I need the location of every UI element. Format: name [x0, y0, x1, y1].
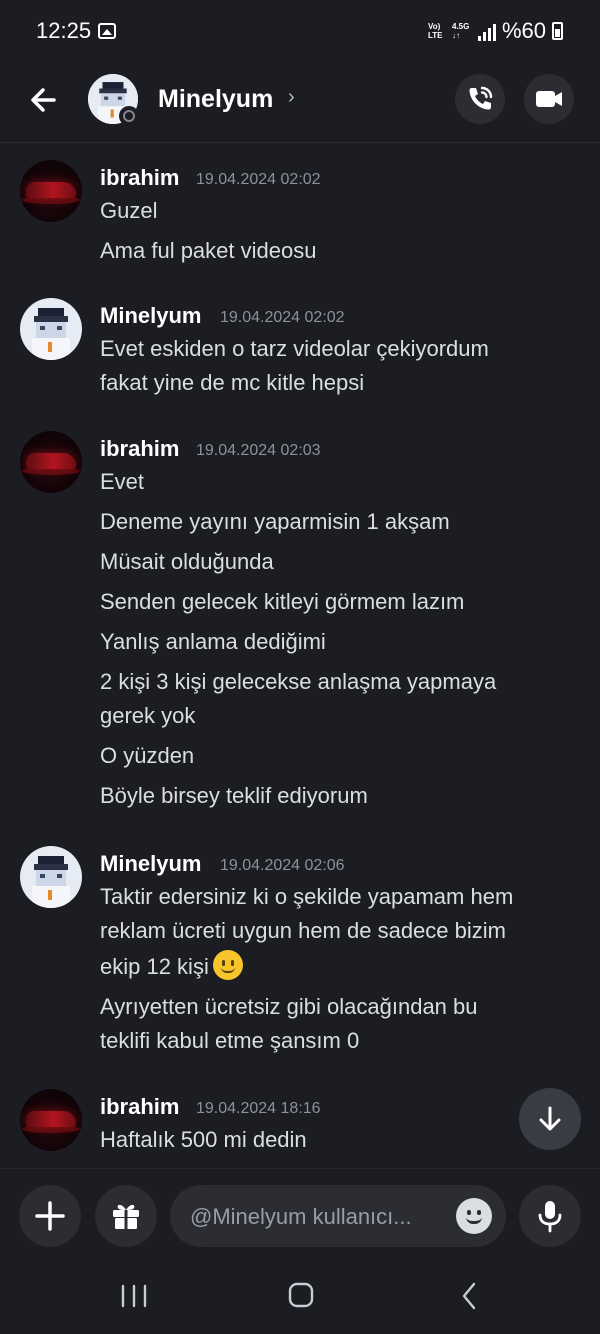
status-offline-icon: [119, 106, 139, 126]
message-author[interactable]: Minelyum: [100, 851, 201, 877]
jump-to-latest-button[interactable]: [519, 1088, 581, 1150]
channel-title[interactable]: Minelyum: [158, 85, 273, 114]
video-camera-icon: [536, 91, 562, 107]
message-text[interactable]: Deneme yayını yaparmisin 1 akşam: [100, 505, 450, 539]
message-input-container: [170, 1185, 506, 1249]
voice-message-button[interactable]: [519, 1185, 581, 1247]
message-text[interactable]: Evet: [100, 465, 144, 499]
avatar[interactable]: [20, 1089, 82, 1151]
signal-icon: [478, 23, 498, 41]
chevron-right-icon[interactable]: ›: [288, 86, 295, 109]
slightly-smiling-face-emoji-icon: [212, 950, 243, 981]
message-text[interactable]: Ayrıyetten ücretsiz gibi olacağından bu: [100, 990, 478, 1024]
message-author[interactable]: ibrahim: [100, 436, 179, 462]
message-text[interactable]: fakat yine de mc kitle hepsi: [100, 366, 364, 400]
avatar[interactable]: [20, 431, 82, 493]
system-navigation-bar: [0, 1264, 600, 1334]
message-text[interactable]: 2 kişi 3 kişi gelecekse anlaşma yapmaya: [100, 665, 496, 699]
message-text[interactable]: Senden gelecek kitleyi görmem lazım: [100, 585, 464, 619]
message-author[interactable]: ibrahim: [100, 165, 179, 191]
avatar[interactable]: [20, 298, 82, 360]
message-text[interactable]: gerek yok: [100, 699, 195, 733]
status-bar: 12:25 Vo) LTE 4.5G ↓↑ %60: [0, 0, 600, 66]
arrow-left-icon[interactable]: [24, 80, 64, 120]
battery-icon: [552, 22, 563, 40]
message-text[interactable]: reklam ücreti uygun hem de sadece bizim: [100, 914, 506, 948]
message-author[interactable]: Minelyum: [100, 303, 201, 329]
message-text[interactable]: ekip 12 kişi: [100, 950, 243, 984]
microphone-icon: [538, 1201, 562, 1233]
nav-back-icon[interactable]: [450, 1278, 490, 1314]
message-text[interactable]: Yanlış anlama dediğimi: [100, 625, 326, 659]
message-timestamp: 19.04.2024 02:03: [196, 442, 321, 459]
home-icon[interactable]: [281, 1278, 321, 1314]
phone-call-icon: [469, 86, 493, 110]
message-timestamp: 19.04.2024 18:16: [196, 1100, 321, 1117]
add-attachment-button[interactable]: [19, 1185, 81, 1247]
message-composer: [0, 1168, 600, 1265]
message-text[interactable]: Böyle birsey teklif ediyorum: [100, 779, 368, 813]
gift-button[interactable]: [95, 1185, 157, 1247]
message-text[interactable]: Evet eskiden o tarz videolar çekiyordum: [100, 332, 489, 366]
gallery-notification-icon: [98, 23, 116, 39]
message-timestamp: 19.04.2024 02:02: [220, 309, 345, 326]
message-text[interactable]: Guzel: [100, 194, 157, 228]
message-list[interactable]: ibrahim 19.04.2024 02:02 Guzel Ama ful p…: [0, 143, 600, 1168]
message-text[interactable]: teklifi kabul etme şansım 0: [100, 1024, 359, 1058]
video-call-button[interactable]: [524, 74, 574, 124]
message-timestamp: 19.04.2024 02:06: [220, 857, 345, 874]
channel-header: Minelyum ›: [0, 66, 600, 143]
message-timestamp: 19.04.2024 02:02: [196, 171, 321, 188]
message-author[interactable]: ibrahim: [100, 1094, 179, 1120]
call-button[interactable]: [455, 74, 505, 124]
arrow-down-icon: [539, 1106, 561, 1131]
message-text[interactable]: Ama ful paket videosu: [100, 234, 316, 268]
message-text[interactable]: O yüzden: [100, 739, 194, 773]
message-text-part: ekip 12 kişi: [100, 954, 209, 979]
battery-percent: %60: [502, 18, 547, 43]
plus-icon: [35, 1201, 65, 1231]
gift-icon: [113, 1204, 139, 1229]
network-indicator: 4.5G ↓↑: [452, 22, 470, 40]
recents-icon[interactable]: [114, 1278, 154, 1314]
volte-indicator: Vo) LTE: [428, 22, 443, 40]
avatar[interactable]: [20, 160, 82, 222]
emoji-icon[interactable]: [456, 1198, 492, 1234]
message-text[interactable]: Taktir edersiniz ki o şekilde yapamam he…: [100, 880, 513, 914]
message-text[interactable]: Haftalık 500 mi dedin: [100, 1123, 307, 1157]
message-text[interactable]: Müsait olduğunda: [100, 545, 274, 579]
status-time: 12:25: [36, 18, 92, 43]
message-input[interactable]: [188, 1185, 448, 1249]
avatar[interactable]: [20, 846, 82, 908]
